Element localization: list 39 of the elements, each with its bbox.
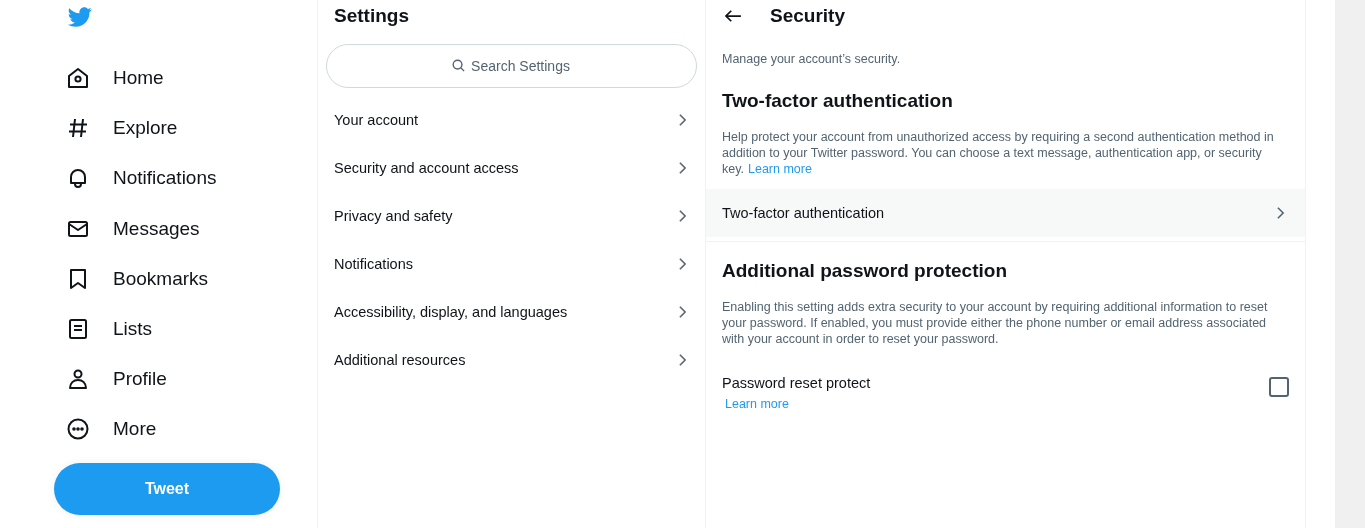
nav-item[interactable]: Explore bbox=[54, 103, 190, 154]
list-icon bbox=[66, 317, 90, 342]
page-subtitle: Manage your account’s security. bbox=[722, 52, 902, 66]
nav-item[interactable]: Messages bbox=[54, 203, 212, 254]
chevron-icon bbox=[1276, 206, 1285, 220]
chevron-icon bbox=[678, 113, 687, 127]
nav-item[interactable]: Bookmarks bbox=[54, 253, 221, 304]
chevron-icon bbox=[678, 305, 687, 319]
chevron-icon bbox=[678, 161, 687, 175]
settings-item[interactable]: Additional resources bbox=[318, 336, 705, 384]
nav-item[interactable]: Lists bbox=[54, 303, 165, 355]
nav-item[interactable]: Home bbox=[54, 53, 176, 104]
nav-item[interactable]: Profile bbox=[54, 354, 179, 405]
more-icon bbox=[66, 417, 90, 442]
settings-item[interactable]: Notifications bbox=[318, 240, 705, 288]
bird-logo-icon[interactable] bbox=[66, 5, 94, 29]
home-icon bbox=[66, 66, 90, 91]
settings-item[interactable]: Security and account access bbox=[318, 144, 705, 192]
section-description: Enabling this setting adds extra security to your account by requiring additional information to reset your password. If enabled, you must provide either the phone number or email address associated with your account in order to reset your password. bbox=[722, 299, 1269, 347]
chevron-icon bbox=[678, 353, 687, 367]
person-icon bbox=[66, 367, 90, 392]
chevron-icon bbox=[678, 209, 687, 223]
chevron-icon bbox=[678, 257, 687, 271]
search-field[interactable]: Search Settings bbox=[326, 44, 697, 88]
section-description: Help protect your account from unauthorized access by requiring a second authentication method in addition to your Twitter password. You can choose a text message, authentication app, or security key. Learn more bbox=[722, 129, 1275, 177]
search-icon bbox=[451, 58, 466, 73]
back-arrow-icon[interactable] bbox=[724, 9, 742, 23]
settings-item[interactable]: Accessibility, display, and languages bbox=[318, 288, 705, 336]
checkbox[interactable] bbox=[1269, 377, 1289, 397]
settings-item[interactable]: Privacy and safety bbox=[318, 192, 705, 240]
setting-label: Password reset protect bbox=[722, 375, 871, 391]
page-title: Security bbox=[770, 5, 845, 27]
section-heading: Two-factor authentication bbox=[721, 89, 954, 113]
settings-item[interactable]: Your account bbox=[318, 96, 705, 144]
nav-item[interactable]: Notifications bbox=[54, 153, 229, 204]
nav-item[interactable]: More bbox=[54, 404, 169, 455]
section-heading: Additional password protection bbox=[721, 259, 1008, 283]
two-factor-row[interactable]: Two-factor authentication bbox=[706, 189, 1305, 237]
column-title: Settings bbox=[333, 4, 410, 28]
